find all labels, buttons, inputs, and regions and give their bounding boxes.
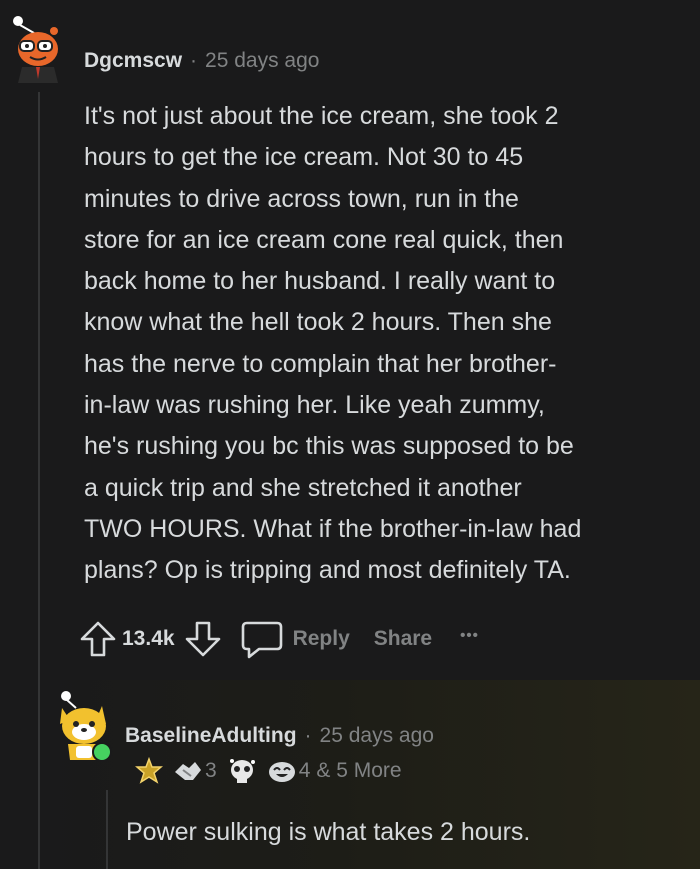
separator: ·	[190, 49, 198, 72]
award-1	[135, 757, 163, 785]
comment-body-line: TWO HOURS. What if the brother-in-law ha…	[84, 514, 582, 543]
reply-author[interactable]: BaselineAdulting	[125, 724, 297, 748]
comment-body-line: he's rushing you bc this was supposed to…	[84, 432, 574, 461]
laughing-award-icon	[268, 762, 295, 782]
more-label: •••	[460, 626, 479, 644]
handshake-award-icon	[175, 762, 201, 780]
comment-header: Dgcmscw · 25 days ago	[84, 49, 319, 73]
downvote-icon[interactable]	[185, 619, 221, 659]
online-indicator	[92, 742, 112, 762]
comment-icon	[241, 621, 282, 659]
reply-body: Power sulking is what takes 2 hours.	[126, 818, 531, 846]
avatar[interactable]	[10, 15, 64, 83]
comment-author[interactable]: Dgcmscw	[84, 49, 182, 73]
skull-award-icon	[229, 759, 255, 783]
awards-row[interactable]: 3 4 & 5 More	[135, 757, 402, 785]
share-label: Share	[373, 627, 433, 650]
more-icon[interactable]: •••	[460, 627, 479, 644]
thread-line-reply[interactable]	[106, 790, 108, 869]
upvote-icon[interactable]	[80, 619, 116, 659]
reply-button[interactable]: Reply	[241, 619, 350, 659]
comment-body-line: in-law was rushing her. Like yeah zummy,	[84, 391, 545, 420]
snoo-avatar	[13, 16, 58, 83]
comment-timestamp[interactable]: 25 days ago	[205, 49, 319, 73]
reply-label: Reply	[292, 627, 350, 650]
award-2: 3	[173, 758, 217, 784]
comment-body-line: back home to her husband. I really want …	[84, 267, 556, 296]
reply-avatar[interactable]	[52, 690, 116, 762]
share-button[interactable]: Share	[374, 627, 432, 651]
comment-body-line: a quick trip and she stretched it anothe…	[84, 473, 522, 502]
comment-body-line: store for an ice cream cone real quick, …	[84, 225, 564, 254]
award-count: 4	[298, 759, 311, 782]
comment-body-line: hours to get the ice cream. Not 30 to 45	[84, 143, 524, 172]
comment-body-line: know what the hell took 2 hours. Then sh…	[84, 308, 552, 337]
reply-timestamp[interactable]: 25 days ago	[320, 724, 434, 748]
separator: ·	[304, 724, 312, 747]
award-count: 3	[205, 759, 217, 782]
comment-body-line: It's not just about the ice cream, she t…	[84, 102, 559, 130]
award-4: 4	[267, 758, 311, 784]
comment-body-line: has the nerve to complain that her broth…	[84, 349, 557, 378]
reply-header: BaselineAdulting · 25 days ago	[125, 724, 434, 748]
more-awards-text[interactable]: & 5 More	[316, 759, 401, 783]
comment-action-bar: 13.4k Reply Share •••	[80, 617, 479, 661]
vote-count: 13.4k	[122, 627, 175, 650]
comment-body-line: plans? Op is tripping and most definitel…	[84, 556, 571, 585]
comment-body-line: minutes to drive across town, run in the	[84, 184, 519, 213]
comment-body: It's not just about the ice cream, she t…	[84, 96, 674, 592]
medal-award-icon	[135, 757, 163, 784]
award-3	[227, 757, 257, 785]
